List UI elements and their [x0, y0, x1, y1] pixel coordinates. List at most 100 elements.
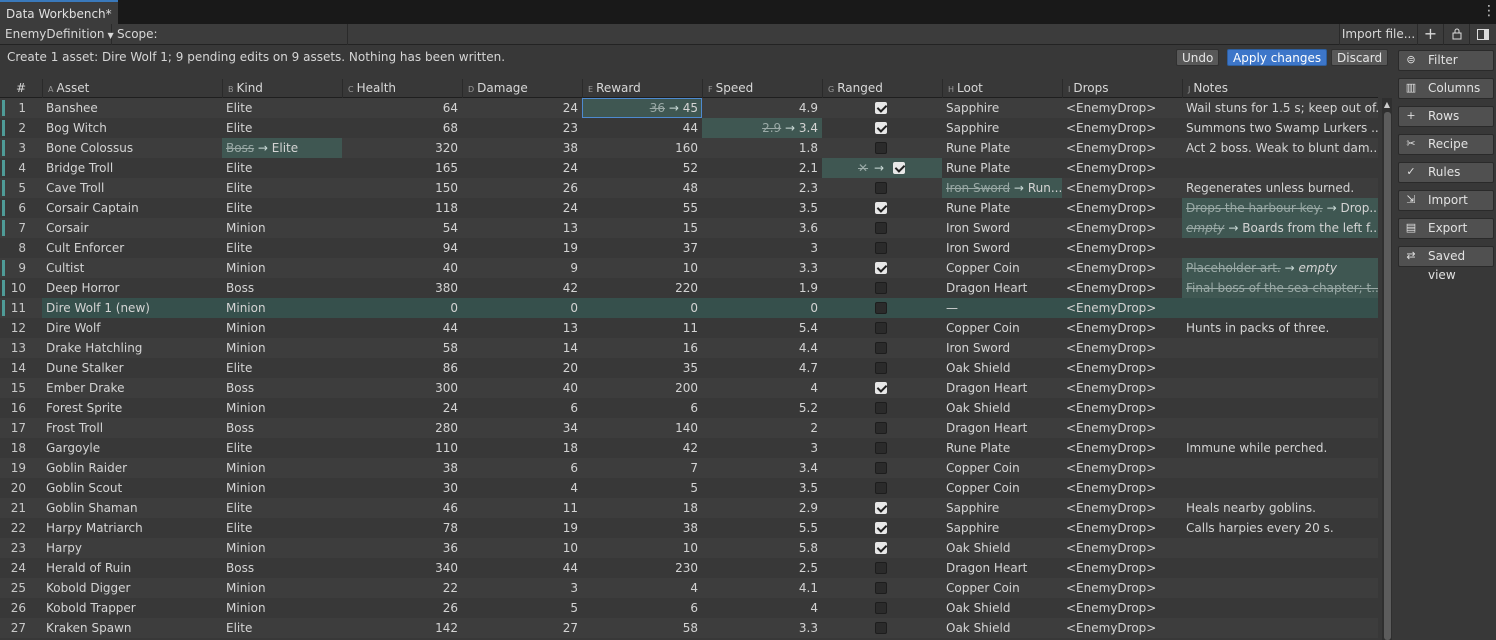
- cell-n[interactable]: 20: [0, 478, 30, 498]
- table-row[interactable]: 13 Drake Hatchling Minion 58 14 16 4.4 Iron Swo…: [0, 338, 1378, 358]
- cell-ranged[interactable]: [822, 498, 942, 518]
- cell-n[interactable]: 18: [0, 438, 30, 458]
- cell-health[interactable]: 46: [342, 498, 462, 518]
- table-row[interactable]: 10 Deep Horror Boss 380 42 220 1.9 Dragon Heart…: [0, 278, 1378, 298]
- ranged-checkbox[interactable]: [875, 342, 887, 354]
- cell-reward[interactable]: 6: [582, 598, 702, 618]
- table-row[interactable]: 6 Corsair Captain Elite 118 24 55 3.5 Rune Plat…: [0, 198, 1378, 218]
- cell-health[interactable]: 118: [342, 198, 462, 218]
- cell-loot[interactable]: Dragon Heart: [942, 378, 1062, 398]
- cell-kind[interactable]: Elite: [222, 238, 342, 258]
- cell-health[interactable]: 64: [342, 98, 462, 118]
- cell-asset[interactable]: Bridge Troll: [42, 158, 222, 178]
- cell-speed[interactable]: 4: [702, 378, 822, 398]
- cell-speed[interactable]: 3: [702, 438, 822, 458]
- cell-reward[interactable]: 42: [582, 438, 702, 458]
- table-row[interactable]: 4 Bridge Troll Elite 165 24 52 2.1 ✕ → Rune Plate…: [0, 158, 1378, 178]
- cell-n[interactable]: 5: [0, 178, 30, 198]
- cell-n[interactable]: 6: [0, 198, 30, 218]
- cell-reward[interactable]: 5: [582, 478, 702, 498]
- cell-reward[interactable]: 44: [582, 118, 702, 138]
- panel-icon[interactable]: [1469, 24, 1496, 45]
- cell-speed[interactable]: 3.4: [702, 458, 822, 478]
- cell-drops[interactable]: <EnemyDrop>: [1062, 598, 1182, 618]
- cell-health[interactable]: 150: [342, 178, 462, 198]
- cell-ranged[interactable]: [822, 258, 942, 278]
- cell-health[interactable]: 36: [342, 538, 462, 558]
- cell-ranged[interactable]: ✕ →: [822, 158, 942, 178]
- cell-loot[interactable]: Copper Coin: [942, 318, 1062, 338]
- cell-drops[interactable]: <EnemyDrop>: [1062, 298, 1182, 318]
- cell-damage[interactable]: 11: [462, 498, 582, 518]
- type-selector-dropdown[interactable]: EnemyDefinition ▼: [0, 24, 114, 45]
- cell-health[interactable]: 0: [342, 298, 462, 318]
- cell-kind[interactable]: Elite: [222, 618, 342, 638]
- cell-ranged[interactable]: [822, 558, 942, 578]
- table-row[interactable]: 5 Cave Troll Elite 150 26 48 2.3 Iron Sword → R…: [0, 178, 1378, 198]
- cell-notes[interactable]: Placeholder art. → empty: [1182, 258, 1378, 278]
- ranged-checkbox[interactable]: [875, 102, 887, 114]
- cell-asset[interactable]: Dire Wolf: [42, 318, 222, 338]
- cell-loot[interactable]: Rune Plate: [942, 138, 1062, 158]
- cell-damage[interactable]: 6: [462, 458, 582, 478]
- cell-asset[interactable]: Dire Wolf 1 (new): [42, 298, 222, 318]
- ranged-checkbox[interactable]: [875, 542, 887, 554]
- cell-reward[interactable]: 35: [582, 358, 702, 378]
- sidebar-saved-view-button[interactable]: ⇄ Saved view: [1398, 246, 1494, 282]
- cell-n[interactable]: 19: [0, 458, 30, 478]
- scope-dropdown[interactable]: Scope: Assets/__Screenshots/Enemies▼: [112, 24, 348, 61]
- cell-reward[interactable]: 55: [582, 198, 702, 218]
- cell-health[interactable]: 38: [342, 458, 462, 478]
- cell-reward[interactable]: 6: [582, 398, 702, 418]
- cell-reward[interactable]: 38: [582, 518, 702, 538]
- cell-kind[interactable]: Elite: [222, 98, 342, 118]
- table-row[interactable]: 17 Frost Troll Boss 280 34 140 2 Dragon Heart <E…: [0, 418, 1378, 438]
- cell-drops[interactable]: <EnemyDrop>: [1062, 118, 1182, 138]
- ranged-checkbox[interactable]: [875, 322, 887, 334]
- cell-kind[interactable]: Boss: [222, 418, 342, 438]
- cell-notes[interactable]: Heals nearby goblins.: [1182, 498, 1378, 518]
- cell-speed[interactable]: 1.8: [702, 138, 822, 158]
- ranged-checkbox[interactable]: [875, 362, 887, 374]
- ranged-checkbox[interactable]: [875, 382, 887, 394]
- cell-kind[interactable]: Boss: [222, 558, 342, 578]
- cell-notes[interactable]: Final boss of the sea chapter; t...: [1182, 278, 1378, 298]
- cell-asset[interactable]: Bone Colossus: [42, 138, 222, 158]
- cell-speed[interactable]: 3.6: [702, 218, 822, 238]
- cell-health[interactable]: 22: [342, 578, 462, 598]
- cell-damage[interactable]: 0: [462, 298, 582, 318]
- column-header-notes[interactable]: J Notes: [1182, 79, 1378, 98]
- ranged-checkbox[interactable]: [875, 482, 887, 494]
- window-tab[interactable]: Data Workbench*: [0, 0, 118, 24]
- cell-asset[interactable]: Bog Witch: [42, 118, 222, 138]
- cell-drops[interactable]: <EnemyDrop>: [1062, 518, 1182, 538]
- cell-drops[interactable]: <EnemyDrop>: [1062, 618, 1182, 638]
- cell-loot[interactable]: Rune Plate: [942, 438, 1062, 458]
- plus-icon[interactable]: +: [1417, 24, 1443, 45]
- cell-reward[interactable]: 36 → 45: [582, 98, 702, 118]
- cell-kind[interactable]: Elite: [222, 518, 342, 538]
- cell-kind[interactable]: Minion: [222, 598, 342, 618]
- ranged-checkbox[interactable]: [875, 502, 887, 514]
- cell-damage[interactable]: 44: [462, 558, 582, 578]
- table-row[interactable]: 2 Bog Witch Elite 68 23 44 2.9 → 3.4 Sapphire <E…: [0, 118, 1378, 138]
- ranged-checkbox[interactable]: [875, 522, 887, 534]
- cell-asset[interactable]: Gargoyle: [42, 438, 222, 458]
- cell-damage[interactable]: 5: [462, 598, 582, 618]
- kebab-icon[interactable]: ⋮: [1482, 2, 1496, 20]
- cell-loot[interactable]: Oak Shield: [942, 538, 1062, 558]
- table-row[interactable]: 19 Goblin Raider Minion 38 6 7 3.4 Copper Coin <…: [0, 458, 1378, 478]
- cell-asset[interactable]: Kobold Digger: [42, 578, 222, 598]
- cell-loot[interactable]: Copper Coin: [942, 458, 1062, 478]
- cell-reward[interactable]: 7: [582, 458, 702, 478]
- cell-loot[interactable]: Iron Sword: [942, 218, 1062, 238]
- sidebar-rules-button[interactable]: ✓ Rules: [1398, 162, 1494, 183]
- cell-damage[interactable]: 13: [462, 318, 582, 338]
- cell-n[interactable]: 23: [0, 538, 30, 558]
- cell-speed[interactable]: 3.3: [702, 258, 822, 278]
- cell-loot[interactable]: Copper Coin: [942, 578, 1062, 598]
- cell-reward[interactable]: 0: [582, 298, 702, 318]
- cell-notes[interactable]: [1182, 618, 1378, 638]
- cell-n[interactable]: 26: [0, 598, 30, 618]
- cell-health[interactable]: 280: [342, 418, 462, 438]
